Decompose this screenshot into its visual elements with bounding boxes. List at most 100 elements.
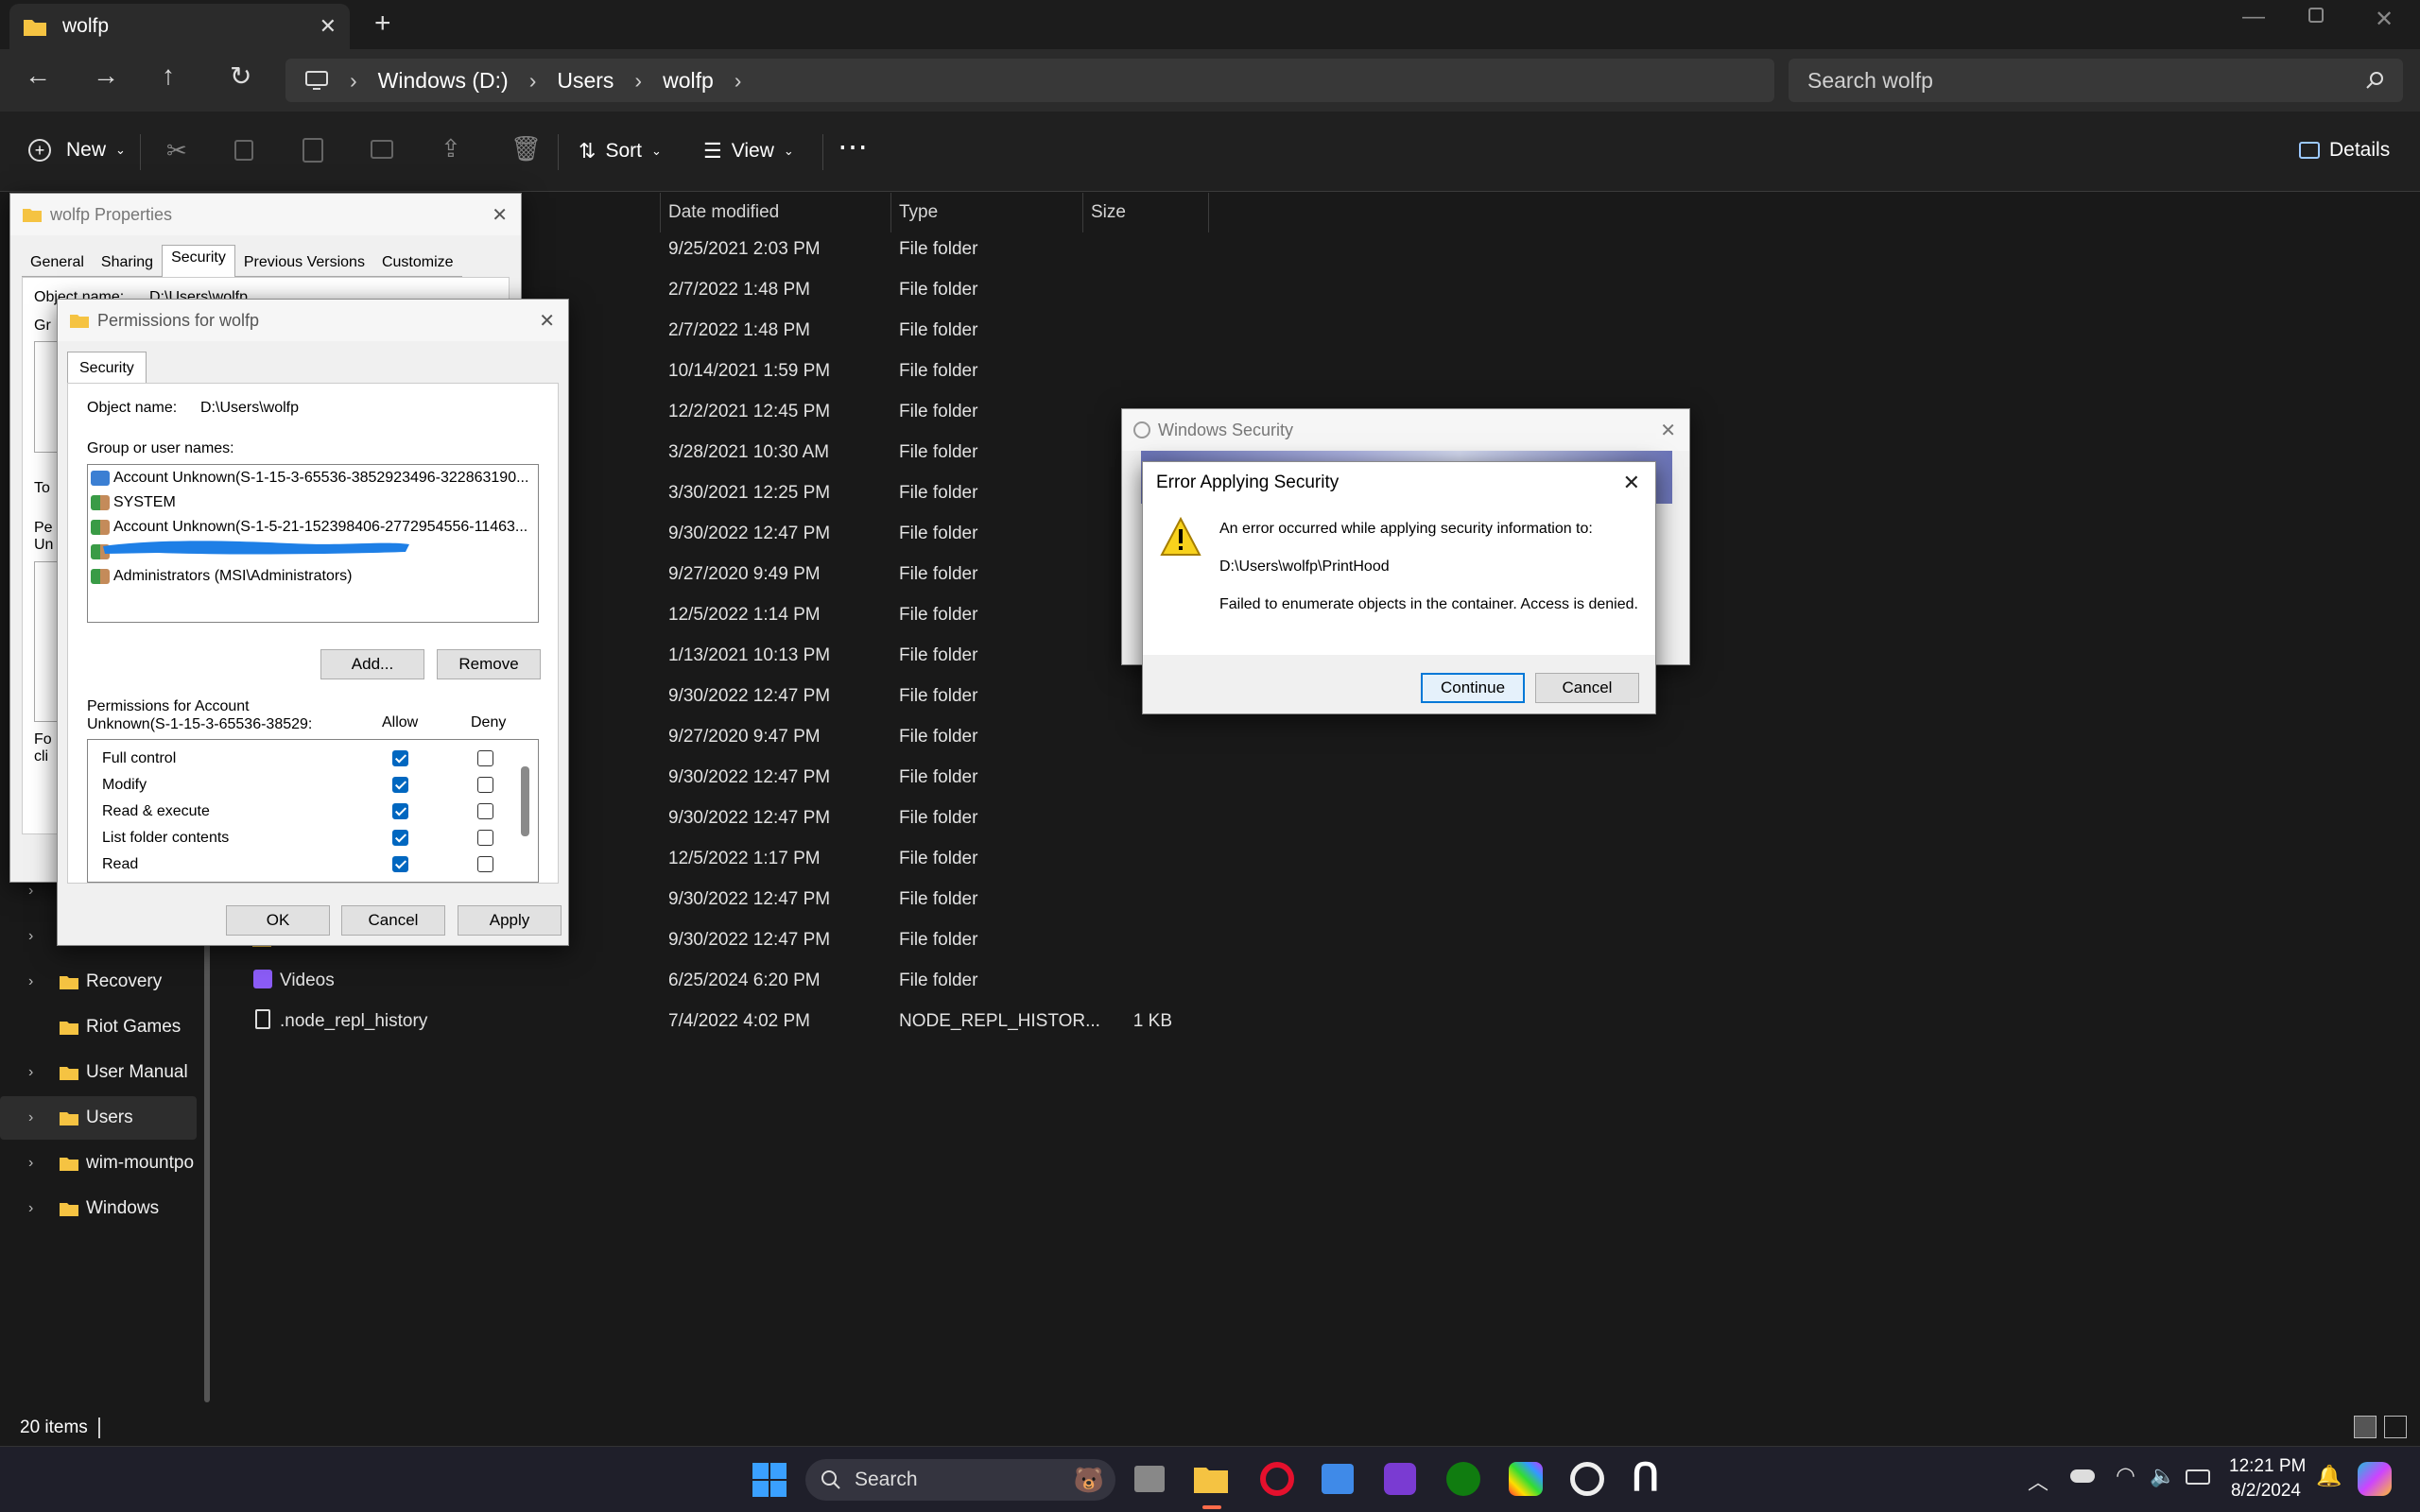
view-button[interactable]: ☰ View ⌄ [703,139,794,163]
refresh-icon[interactable]: ↻ [230,60,251,92]
cancel-button[interactable]: Cancel [341,905,445,936]
xbox-icon[interactable] [1446,1462,1480,1496]
new-tab-icon[interactable]: + [374,8,391,40]
deny-checkbox[interactable] [477,777,493,793]
sort-button[interactable]: ⇅ Sort ⌄ [579,139,662,163]
allow-checkbox[interactable] [392,777,408,793]
tab-previous-versions[interactable]: Previous Versions [234,249,373,277]
allow-checkbox[interactable] [392,830,408,846]
clock-time[interactable]: 12:21 PM [2229,1456,2306,1477]
column-size[interactable]: Size [1091,202,1126,223]
breadcrumb-wolfp[interactable]: wolfp [663,68,714,94]
search-input[interactable]: Search wolfp [1789,59,2403,102]
deny-checkbox[interactable] [477,830,493,846]
wifi-icon[interactable]: ◠ [2116,1462,2135,1489]
close-icon[interactable]: ✕ [539,309,555,333]
steam-icon[interactable] [1570,1462,1604,1496]
close-icon[interactable]: ✕ [1660,419,1676,442]
up-arrow-icon[interactable]: ↑ [162,60,175,91]
user-list-item[interactable]: Account Unknown(S-1-5-21-152398406-27729… [91,516,535,539]
tab-security[interactable]: Security [162,245,235,277]
close-window-icon[interactable]: ✕ [2375,6,2394,33]
allow-checkbox[interactable] [392,750,408,766]
store-icon[interactable] [1322,1464,1354,1494]
cut-icon[interactable]: ✂ [166,136,187,165]
taskbar-search[interactable]: Search 🐻 [805,1459,1115,1501]
column-type[interactable]: Type [899,202,938,223]
permissions-scrollbar[interactable] [521,766,529,836]
nav-item[interactable]: › wim-mountpo [0,1142,197,1185]
deny-checkbox[interactable] [477,803,493,819]
chevron-up-icon[interactable]: ︿ [2028,1466,2048,1496]
chevron-right-icon[interactable]: › [28,883,33,900]
battery-icon[interactable] [2186,1469,2210,1485]
nav-item[interactable]: › Recovery [0,960,197,1004]
tab-general[interactable]: General [22,249,93,277]
clock-date[interactable]: 8/2/2024 [2231,1481,2301,1502]
file-explorer-icon[interactable] [1193,1464,1229,1494]
nav-item[interactable]: › User Manual [0,1051,197,1094]
start-icon[interactable] [752,1463,786,1497]
deny-checkbox[interactable] [477,856,493,872]
remove-button[interactable]: Remove [437,649,541,679]
nav-item[interactable]: › Users [0,1096,197,1140]
ok-button[interactable]: OK [226,905,330,936]
nav-item[interactable]: › Windows [0,1187,197,1230]
onedrive-icon[interactable] [2070,1469,2095,1483]
deny-checkbox[interactable] [477,750,493,766]
restore-icon[interactable] [2308,8,2324,23]
details-view-icon[interactable] [2354,1416,2377,1438]
minimize-icon[interactable]: — [2242,4,2265,30]
task-view-icon[interactable] [1134,1466,1165,1492]
new-button[interactable]: + New ⌄ [28,139,126,162]
chevron-right-icon[interactable]: › [28,1064,33,1081]
column-date-modified[interactable]: Date modified [668,202,779,223]
rename-icon[interactable] [371,140,393,159]
cancel-button[interactable]: Cancel [1535,673,1639,703]
breadcrumb-drive[interactable]: Windows (D:) [378,68,509,94]
chevron-right-icon[interactable]: › [28,928,33,945]
table-row[interactable]: Videos 6/25/2024 6:20 PM File folder [227,960,1456,1001]
tab-customize[interactable]: Customize [372,249,462,277]
chevron-right-icon[interactable]: › [28,1109,33,1126]
proton-vpn-icon[interactable] [1384,1463,1416,1495]
breadcrumb-users[interactable]: Users [557,68,614,94]
delete-icon[interactable]: 🗑 [510,134,542,163]
tab-sharing[interactable]: Sharing [92,249,163,277]
more-options-icon[interactable]: ⋯ [838,129,870,164]
tab-wolfp[interactable]: wolfp ✕ [9,4,350,49]
back-arrow-icon[interactable]: ← [25,60,51,91]
tab-security[interactable]: Security [67,352,147,385]
notion-like-icon[interactable]: Ո [1632,1456,1659,1500]
user-list-item[interactable]: Administrators (MSI\Administrators) [91,565,535,588]
add-button[interactable]: Add... [320,649,424,679]
table-row[interactable]: .node_repl_history 7/4/2022 4:02 PM NODE_R… [227,1001,1456,1041]
copy-icon[interactable] [234,140,253,161]
allow-checkbox[interactable] [392,856,408,872]
apply-button[interactable]: Apply [458,905,562,936]
allow-checkbox[interactable] [392,803,408,819]
user-list-item[interactable]: Account Unknown(S-1-15-3-65536-385292349… [91,467,535,490]
volume-icon[interactable]: 🔈 [2150,1464,2175,1488]
notification-bell-icon[interactable]: 🔔 [2316,1464,2342,1488]
nav-item[interactable]: Riot Games [0,1005,197,1049]
breadcrumb[interactable]: › Windows (D:) › Users › wolfp › [285,59,1774,102]
opera-icon[interactable] [1260,1462,1294,1496]
close-icon[interactable]: ✕ [1623,471,1640,495]
chevron-right-icon[interactable]: › [735,68,742,94]
user-list-item[interactable]: SYSTEM [91,491,535,514]
chevron-right-icon[interactable]: › [28,1155,33,1172]
tiles-view-icon[interactable] [2384,1416,2407,1438]
copilot-icon[interactable] [2358,1462,2392,1496]
forward-arrow-icon[interactable]: → [93,60,119,91]
close-tab-icon[interactable]: ✕ [320,14,337,39]
close-icon[interactable]: ✕ [492,203,508,227]
paste-icon[interactable] [302,138,323,163]
rgb-app-icon[interactable] [1509,1462,1543,1496]
group-names-list[interactable]: Account Unknown(S-1-15-3-65536-385292349… [87,464,539,623]
share-icon[interactable]: ⇪ [441,134,461,163]
details-button[interactable]: Details [2299,139,2390,162]
chevron-right-icon[interactable]: › [28,1200,33,1217]
continue-button[interactable]: Continue [1421,673,1525,703]
chevron-right-icon[interactable]: › [28,973,33,990]
